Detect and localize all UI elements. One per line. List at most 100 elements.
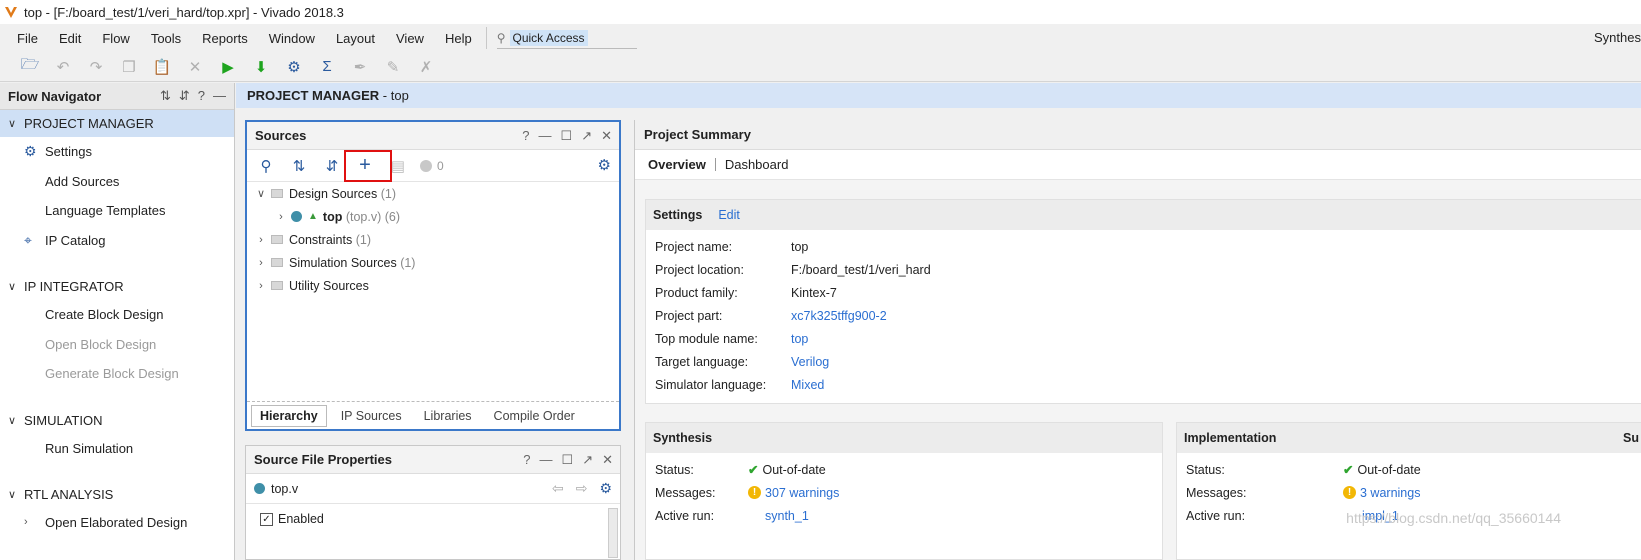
minimize-icon[interactable]: — (213, 88, 226, 104)
simulator-language-link[interactable]: Mixed (791, 378, 824, 392)
tab-overview[interactable]: Overview (648, 157, 706, 172)
vivado-logo-icon (4, 5, 18, 19)
settings-gear-icon[interactable]: ⚙ (282, 55, 306, 79)
maximize-icon[interactable]: ☐ (562, 452, 574, 468)
enabled-row: ✓ Enabled (246, 504, 620, 534)
run-icon[interactable]: ▶ (216, 55, 240, 79)
help-icon[interactable]: ? (198, 88, 205, 104)
cancel-tool-icon[interactable]: ✗ (414, 55, 438, 79)
menu-reports[interactable]: Reports (202, 31, 248, 46)
back-arrow-icon[interactable]: ⇦ (552, 480, 564, 497)
expand-all-icon[interactable]: ⇵ (179, 88, 190, 104)
nav-open-elaborated-design[interactable]: › Open Elaborated Design (0, 508, 234, 538)
sigma-icon[interactable]: Σ (315, 55, 339, 79)
nav-create-block-design[interactable]: Create Block Design (0, 300, 234, 330)
tab-hierarchy[interactable]: Hierarchy (251, 404, 327, 427)
gear-icon[interactable]: ⚙ (598, 156, 611, 174)
menu-separator (485, 27, 487, 49)
chevron-down-icon[interactable]: ∨ (0, 280, 24, 293)
paste-icon[interactable]: 📋 (150, 55, 174, 79)
help-icon[interactable]: ? (522, 128, 529, 144)
float-icon[interactable]: ↗ (582, 452, 593, 468)
chevron-down-icon[interactable]: ∨ (0, 414, 24, 427)
close-icon[interactable]: ✕ (602, 452, 613, 468)
float-icon[interactable]: ↗ (581, 128, 592, 144)
top-module-link[interactable]: top (791, 332, 808, 346)
chevron-right-icon[interactable]: › (275, 211, 287, 223)
forward-arrow-icon[interactable]: ⇨ (576, 480, 588, 497)
open-project-icon[interactable]: 🗁 (18, 55, 42, 79)
folder-icon (271, 258, 283, 267)
menu-file[interactable]: File (17, 31, 38, 46)
section-simulation[interactable]: ∨ SIMULATION (0, 407, 234, 434)
menu-help[interactable]: Help (445, 31, 472, 46)
chevron-right-icon[interactable]: › (255, 280, 267, 292)
generate-bitstream-icon[interactable]: ⬇ (249, 55, 273, 79)
chevron-down-icon[interactable]: ∨ (0, 488, 24, 501)
synthesis-warnings-link[interactable]: 307 warnings (765, 486, 839, 500)
copy-icon[interactable]: ❐ (117, 55, 141, 79)
gear-icon[interactable]: ⚙ (599, 480, 612, 497)
tree-design-sources[interactable]: ∨ Design Sources (1) (247, 182, 619, 205)
tab-libraries[interactable]: Libraries (416, 406, 480, 426)
window-title: top - [F:/board_test/1/veri_hard/top.xpr… (24, 4, 344, 20)
collapse-all-icon[interactable]: ⇅ (288, 155, 310, 177)
expand-all-icon[interactable]: ⇵ (321, 155, 343, 177)
tree-top-module[interactable]: › ▲ top (top.v) (6) (247, 205, 619, 228)
enabled-checkbox[interactable]: ✓ (260, 512, 273, 526)
chevron-right-icon[interactable]: › (255, 257, 267, 269)
tree-utility-sources[interactable]: › Utility Sources (247, 274, 619, 297)
tree-constraints[interactable]: › Constraints (1) (247, 228, 619, 251)
section-ip-integrator[interactable]: ∨ IP INTEGRATOR (0, 273, 234, 300)
folder-icon (271, 189, 283, 198)
sources-toolbar: ⚲ ⇅ ⇵ + ▤ 0 ⚙ (247, 150, 619, 182)
chevron-down-icon[interactable]: ∨ (0, 117, 24, 130)
collapse-all-icon[interactable]: ⇅ (160, 88, 171, 104)
nav-run-simulation[interactable]: Run Simulation (0, 434, 234, 464)
section-rtl-analysis[interactable]: ∨ RTL ANALYSIS (0, 481, 234, 508)
synth-run-link[interactable]: synth_1 (765, 509, 809, 523)
undo-icon[interactable]: ↶ (51, 55, 75, 79)
sources-tabs: Hierarchy IP Sources Libraries Compile O… (247, 401, 619, 429)
warning-icon: ! (748, 486, 761, 499)
menu-view[interactable]: View (396, 31, 424, 46)
project-part-link[interactable]: xc7k325tffg900-2 (791, 309, 887, 323)
tab-dashboard[interactable]: Dashboard (725, 157, 789, 172)
verilog-file-icon (291, 211, 302, 222)
minimize-icon[interactable]: — (539, 128, 552, 144)
target-language-link[interactable]: Verilog (791, 355, 829, 369)
section-project-manager[interactable]: ∨ PROJECT MANAGER (0, 110, 234, 137)
vertical-scrollbar[interactable] (608, 508, 618, 558)
menu-window[interactable]: Window (269, 31, 315, 46)
nav-language-templates[interactable]: Language Templates (0, 196, 234, 226)
implementation-warnings-link[interactable]: 3 warnings (1360, 486, 1420, 500)
tree-simulation-sources[interactable]: › Simulation Sources (1) (247, 251, 619, 274)
delete-icon[interactable]: ✕ (183, 55, 207, 79)
help-icon[interactable]: ? (523, 452, 530, 468)
nav-ip-catalog[interactable]: ⌖ IP Catalog (0, 226, 234, 256)
menu-edit[interactable]: Edit (59, 31, 81, 46)
nav-open-block-design[interactable]: Open Block Design (0, 330, 234, 360)
menu-bar: File Edit Flow Tools Reports Window Layo… (0, 24, 1641, 52)
synthesis-active-run-row: Active run: synth_1 (655, 508, 809, 523)
close-icon[interactable]: ✕ (601, 128, 612, 144)
nav-generate-block-design[interactable]: Generate Block Design (0, 359, 234, 389)
redo-icon[interactable]: ↷ (84, 55, 108, 79)
search-icon[interactable]: ⚲ (255, 155, 277, 177)
tab-compile-order[interactable]: Compile Order (486, 406, 583, 426)
chevron-down-icon[interactable]: ∨ (255, 187, 267, 200)
chevron-right-icon[interactable]: › (255, 234, 267, 246)
edit-pencil-icon[interactable]: ✎ (381, 55, 405, 79)
settings-edit-link[interactable]: Edit (718, 208, 740, 222)
menu-flow[interactable]: Flow (102, 31, 129, 46)
debug-icon[interactable]: ✒ (348, 55, 372, 79)
nav-settings[interactable]: ⚙ Settings (0, 137, 234, 167)
tab-ip-sources[interactable]: IP Sources (333, 406, 410, 426)
quick-access-input[interactable]: ⚲ Quick Access (496, 27, 637, 49)
menu-layout[interactable]: Layout (336, 31, 375, 46)
source-file-properties-panel: Source File Properties ? — ☐ ↗ ✕ top.v ⇦… (245, 445, 621, 560)
nav-add-sources[interactable]: Add Sources (0, 167, 234, 197)
minimize-icon[interactable]: — (540, 452, 553, 468)
maximize-icon[interactable]: ☐ (561, 128, 573, 144)
menu-tools[interactable]: Tools (151, 31, 181, 46)
